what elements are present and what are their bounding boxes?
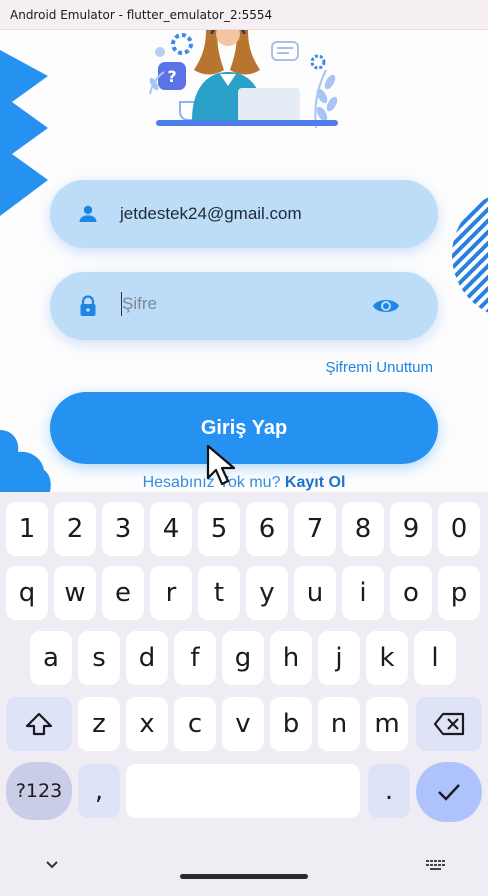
striped-circle-decoration xyxy=(452,191,488,319)
login-button[interactable]: Giriş Yap xyxy=(50,392,438,464)
eye-icon[interactable] xyxy=(372,294,400,318)
key-r[interactable]: r xyxy=(150,566,192,620)
checkmark-icon xyxy=(438,784,460,801)
password-field[interactable]: Şifre xyxy=(50,272,438,340)
forgot-password-link[interactable]: Şifremi Unuttum xyxy=(325,359,433,376)
mouse-pointer-icon xyxy=(206,444,236,486)
key-3[interactable]: 3 xyxy=(102,502,144,556)
chevron-down-icon[interactable] xyxy=(45,860,59,870)
password-placeholder: Şifre xyxy=(122,294,157,313)
key-f[interactable]: f xyxy=(174,631,216,685)
key-s[interactable]: s xyxy=(78,631,120,685)
support-agent-illustration: ? xyxy=(149,30,338,129)
key-n[interactable]: n xyxy=(318,697,360,751)
zigzag-decoration xyxy=(0,50,48,216)
key-7[interactable]: 7 xyxy=(294,502,336,556)
key-t[interactable]: t xyxy=(198,566,240,620)
key-2[interactable]: 2 xyxy=(54,502,96,556)
shift-key[interactable] xyxy=(6,697,72,751)
key-w[interactable]: w xyxy=(54,566,96,620)
key-g[interactable]: g xyxy=(222,631,264,685)
key-x[interactable]: x xyxy=(126,697,168,751)
soft-keyboard: 1234567890 qwertyuiop asdfghjkl zxcvbnm ?12… xyxy=(0,492,488,896)
key-i[interactable]: i xyxy=(342,566,384,620)
svg-text:?: ? xyxy=(167,67,176,86)
key-o[interactable]: o xyxy=(390,566,432,620)
person-icon xyxy=(79,205,97,222)
key-1[interactable]: 1 xyxy=(6,502,48,556)
space-key[interactable] xyxy=(126,764,360,818)
period-key[interactable]: . xyxy=(368,764,410,818)
navigation-bar xyxy=(0,838,488,896)
key-d[interactable]: d xyxy=(126,631,168,685)
signup-row: Hesabınız Yok mu? Kayıt Ol xyxy=(0,474,488,492)
key-q[interactable]: q xyxy=(6,566,48,620)
key-u[interactable]: u xyxy=(294,566,336,620)
signup-link[interactable]: Kayıt Ol xyxy=(285,474,345,491)
keyboard-switch-icon[interactable] xyxy=(426,860,446,872)
key-8[interactable]: 8 xyxy=(342,502,384,556)
symbols-key[interactable]: ?123 xyxy=(6,762,72,820)
home-indicator[interactable] xyxy=(180,874,308,879)
done-key[interactable] xyxy=(416,762,482,822)
key-h[interactable]: h xyxy=(270,631,312,685)
backspace-key[interactable] xyxy=(416,697,482,751)
key-y[interactable]: y xyxy=(246,566,288,620)
key-m[interactable]: m xyxy=(366,697,408,751)
login-screen: ? jetdestek24@gmail.com Şifre Şifremi Un… xyxy=(0,30,488,492)
key-b[interactable]: b xyxy=(270,697,312,751)
key-a[interactable]: a xyxy=(30,631,72,685)
backspace-icon xyxy=(433,712,465,736)
key-j[interactable]: j xyxy=(318,631,360,685)
key-z[interactable]: z xyxy=(78,697,120,751)
window-title-bar: Android Emulator - flutter_emulator_2:55… xyxy=(0,0,488,30)
comma-key[interactable]: , xyxy=(78,764,120,818)
key-4[interactable]: 4 xyxy=(150,502,192,556)
email-value: jetdestek24@gmail.com xyxy=(120,204,302,223)
key-0[interactable]: 0 xyxy=(438,502,480,556)
key-5[interactable]: 5 xyxy=(198,502,240,556)
key-p[interactable]: p xyxy=(438,566,480,620)
key-l[interactable]: l xyxy=(414,631,456,685)
key-c[interactable]: c xyxy=(174,697,216,751)
window-title: Android Emulator - flutter_emulator_2:55… xyxy=(10,8,273,22)
key-9[interactable]: 9 xyxy=(390,502,432,556)
key-6[interactable]: 6 xyxy=(246,502,288,556)
key-k[interactable]: k xyxy=(366,631,408,685)
email-field[interactable]: jetdestek24@gmail.com xyxy=(50,180,438,248)
shift-icon xyxy=(25,712,53,736)
lock-icon xyxy=(80,295,96,316)
key-v[interactable]: v xyxy=(222,697,264,751)
key-e[interactable]: e xyxy=(102,566,144,620)
